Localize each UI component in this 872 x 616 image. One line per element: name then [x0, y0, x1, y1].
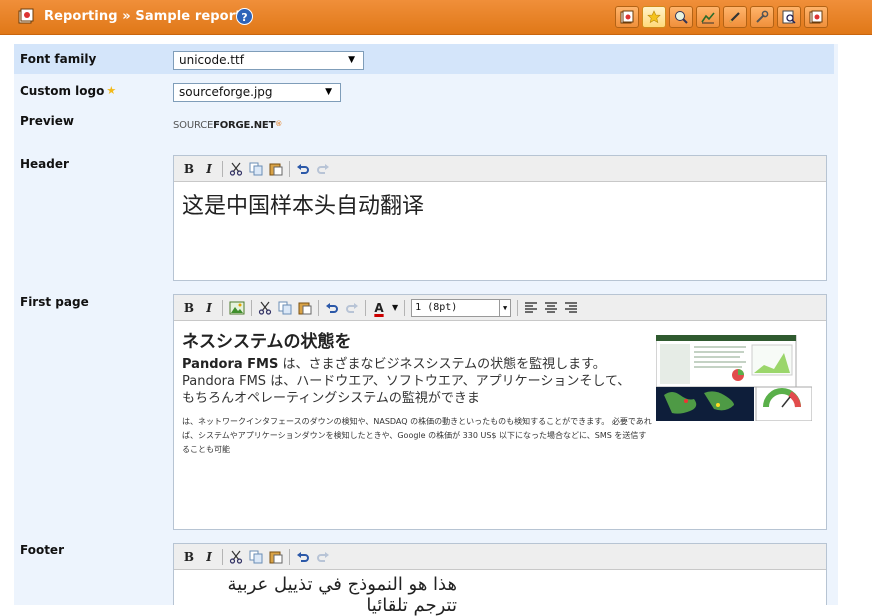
toolbar-divider [365, 299, 366, 316]
tab-report-list[interactable] [804, 6, 828, 28]
header-text: 这是中国样本头自动翻译 [182, 194, 425, 219]
toolbar-divider [289, 548, 290, 565]
toolbar-divider [318, 299, 319, 316]
redo-icon[interactable] [345, 301, 359, 315]
bold-button[interactable]: B [182, 299, 196, 317]
star-icon: ★ [106, 84, 117, 97]
insert-image-icon[interactable] [229, 301, 245, 315]
header-label: Header [20, 157, 69, 171]
font-size-value: 1 (8pt) [415, 301, 458, 313]
first-page-editor: B I A ▼ 1 (8pt) ▼ ネスシステムの状態を Pandora FMS… [173, 294, 827, 530]
report-icon [18, 8, 34, 24]
tab-edit[interactable] [723, 6, 747, 28]
font-size-select[interactable]: 1 (8pt) ▼ [411, 298, 512, 317]
font-color-button[interactable]: A [372, 299, 386, 317]
undo-icon[interactable] [325, 301, 339, 315]
dashboard-screenshot-image [656, 335, 812, 421]
view-icon [675, 11, 688, 24]
copy-icon[interactable] [249, 550, 263, 564]
copy-icon[interactable] [249, 162, 263, 176]
toolbar-divider [222, 548, 223, 565]
bold-button[interactable]: B [182, 548, 196, 566]
toolbar-divider [251, 299, 252, 316]
align-left-icon[interactable] [524, 301, 538, 315]
align-center-icon[interactable] [544, 301, 558, 315]
toolbar-divider [517, 299, 519, 316]
editor-toolbar: B I [174, 544, 826, 570]
row-highlight [14, 44, 834, 74]
font-family-select[interactable]: unicode.ttf ▼ [173, 51, 364, 70]
report-list-icon [809, 10, 823, 24]
help-icon[interactable]: ? [236, 8, 253, 25]
tab-chart[interactable] [696, 6, 720, 28]
editor-toolbar: B I [174, 156, 826, 182]
copy-icon[interactable] [278, 301, 292, 315]
tab-view[interactable] [669, 6, 693, 28]
header-bar: Reporting » Sample report ? [0, 0, 872, 35]
tab-report[interactable] [615, 6, 639, 28]
chevron-down-icon[interactable]: ▼ [392, 303, 398, 312]
redo-icon[interactable] [316, 550, 330, 564]
italic-button[interactable]: I [202, 160, 216, 178]
editor-toolbar: B I A ▼ 1 (8pt) ▼ [174, 295, 826, 321]
custom-logo-label: Custom logo ★ [20, 84, 116, 98]
cut-icon[interactable] [258, 301, 272, 315]
custom-logo-value: sourceforge.jpg [179, 85, 273, 99]
tab-star[interactable] [642, 6, 666, 28]
pencil-icon [729, 12, 740, 23]
chevron-down-icon: ▼ [348, 55, 355, 65]
tab-settings[interactable] [750, 6, 774, 28]
first-page-small-text: は、ネットワークインタフェースのダウンの検知や、NASDAQ の株価の動きといっ… [182, 417, 652, 454]
toolbar-divider [404, 299, 406, 316]
page-title: Reporting » Sample report [44, 9, 242, 24]
paste-icon[interactable] [269, 162, 283, 176]
first-page-paragraph: Pandora FMS は、さまざまなビジネスシステムの状態を監視します。Pan… [182, 356, 642, 407]
tab-search[interactable] [777, 6, 801, 28]
paste-icon[interactable] [269, 550, 283, 564]
footer-label: Footer [20, 543, 64, 557]
custom-logo-text: Custom logo [20, 84, 105, 98]
search-list-icon [782, 10, 796, 24]
chevron-down-icon: ▼ [499, 299, 510, 316]
report-icon [620, 10, 634, 24]
toolbar-divider [222, 299, 223, 316]
footer-editor: B I هذا هو النموذج في تذييل عربية تترجم … [173, 543, 827, 616]
toolbar-divider [222, 160, 223, 177]
preview-label: Preview [20, 114, 75, 128]
footer-text[interactable]: هذا هو النموذج في تذييل عربية تترجم تلقا… [182, 574, 458, 616]
header-content[interactable]: 这是中国样本头自动翻译 [182, 188, 818, 220]
italic-button[interactable]: I [202, 299, 216, 317]
logo-text-source: SOURCE [173, 120, 214, 131]
header-tabs [615, 6, 828, 30]
redo-icon[interactable] [316, 162, 330, 176]
star-icon [647, 10, 661, 24]
wrench-icon [756, 10, 769, 23]
font-family-value: unicode.ttf [179, 53, 244, 67]
logo-preview: SOURCEFORGE.NET® [173, 120, 282, 131]
first-page-paragraph-bold: Pandora FMS [182, 357, 279, 372]
font-family-label: Font family [20, 52, 97, 66]
cut-icon[interactable] [229, 550, 243, 564]
chart-icon [701, 12, 715, 24]
first-page-label: First page [20, 295, 89, 309]
header-editor: B I 这是中国样本头自动翻译 [173, 155, 827, 281]
logo-text-forge: FORGE.NET [213, 120, 276, 131]
paste-icon[interactable] [298, 301, 312, 315]
custom-logo-select[interactable]: sourceforge.jpg ▼ [173, 83, 341, 102]
align-right-icon[interactable] [564, 301, 578, 315]
bold-button[interactable]: B [182, 160, 196, 178]
italic-button[interactable]: I [202, 548, 216, 566]
cut-icon[interactable] [229, 162, 243, 176]
chevron-down-icon: ▼ [325, 87, 332, 97]
undo-icon[interactable] [296, 162, 310, 176]
toolbar-divider [289, 160, 290, 177]
undo-icon[interactable] [296, 550, 310, 564]
logo-mark: ® [275, 120, 282, 128]
